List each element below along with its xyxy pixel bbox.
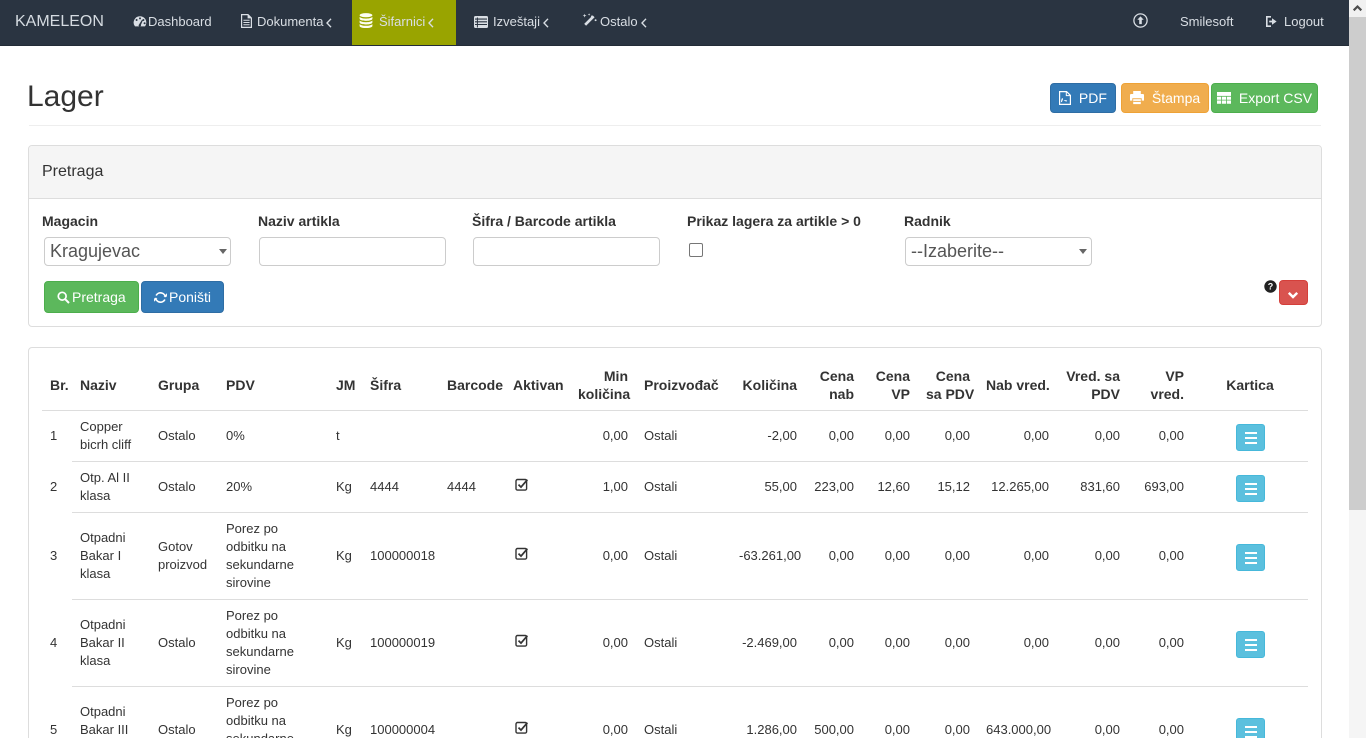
svg-text:?: ? (1268, 282, 1274, 292)
